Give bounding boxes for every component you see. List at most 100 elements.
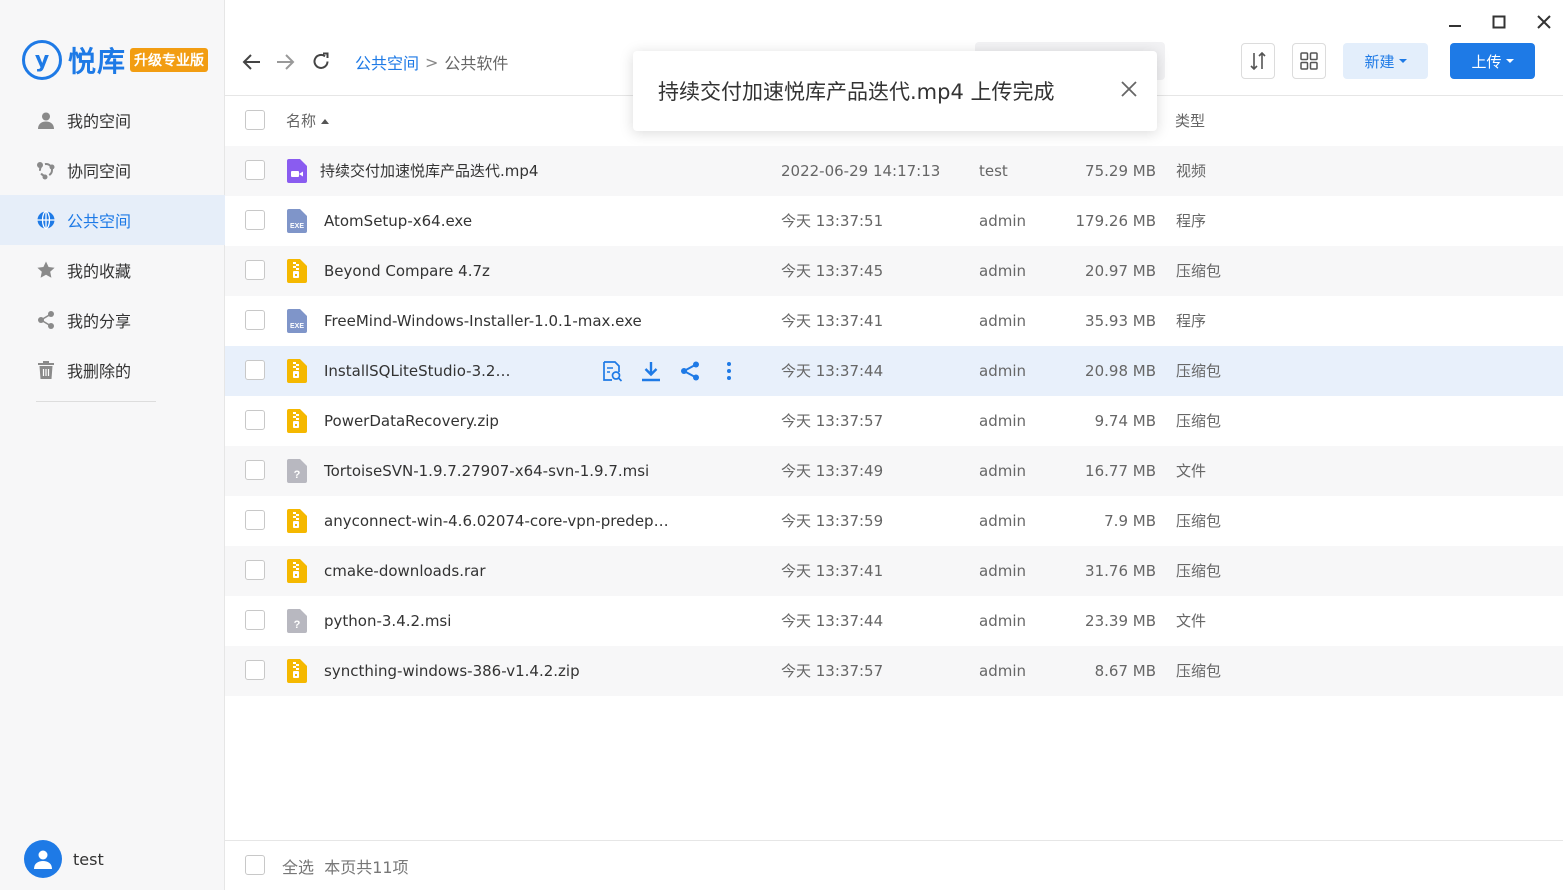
user-profile[interactable]: test bbox=[24, 840, 104, 878]
app-logo[interactable]: y 悦库 升级专业版 bbox=[22, 40, 209, 80]
file-name[interactable]: Beyond Compare 4.7z bbox=[324, 246, 490, 296]
file-name[interactable]: syncthing-windows-386-v1.4.2.zip bbox=[324, 646, 580, 696]
file-owner: test bbox=[979, 162, 1008, 180]
sidebar: y 悦库 升级专业版 我的空间 协同空间 公共空间 我的收藏 我的分享 我删除的… bbox=[0, 0, 225, 890]
zip-file-icon bbox=[287, 359, 307, 383]
table-row[interactable]: InstallSQLiteStudio-3.2… 今天 13:37:44 admin… bbox=[225, 346, 1563, 396]
table-row[interactable]: EXE FreeMind-Windows-Installer-1.0.1-max.… bbox=[225, 296, 1563, 346]
row-checkbox[interactable] bbox=[245, 510, 265, 530]
table-row[interactable]: EXE AtomSetup-x64.exe 今天 13:37:51 admin 179.… bbox=[225, 196, 1563, 246]
breadcrumb-separator: > bbox=[425, 52, 439, 72]
file-name[interactable]: FreeMind-Windows-Installer-1.0.1-max.exe bbox=[324, 296, 642, 346]
file-type: 压缩包 bbox=[1176, 662, 1222, 680]
file-name[interactable]: TortoiseSVN-1.9.7.27907-x64-svn-1.9.7.ms… bbox=[324, 446, 649, 496]
sidebar-item-label: 公共空间 bbox=[67, 212, 132, 231]
row-checkbox[interactable] bbox=[245, 410, 265, 430]
logo-text: 悦库 bbox=[68, 45, 127, 78]
row-checkbox[interactable] bbox=[245, 560, 265, 580]
sidebar-item-label: 我的分享 bbox=[67, 312, 132, 331]
upload-button[interactable]: 上传 bbox=[1450, 43, 1535, 79]
preview-icon bbox=[603, 361, 623, 382]
select-all-header-checkbox[interactable] bbox=[245, 110, 265, 130]
column-header-name[interactable]: 名称 bbox=[286, 96, 330, 146]
maximize-icon bbox=[1492, 15, 1506, 29]
refresh-button[interactable] bbox=[309, 50, 333, 74]
file-type: 压缩包 bbox=[1176, 262, 1222, 280]
grid-view-button[interactable] bbox=[1292, 43, 1326, 79]
file-type: 压缩包 bbox=[1176, 512, 1222, 530]
table-row[interactable]: ? python-3.4.2.msi 今天 13:37:44 admin 23.39 M… bbox=[225, 596, 1563, 646]
file-size: 20.98 MB bbox=[1085, 362, 1156, 380]
grid-icon bbox=[1300, 52, 1318, 70]
column-header-type[interactable]: 类型 bbox=[1175, 96, 1205, 146]
breadcrumb-current: 公共软件 bbox=[444, 54, 509, 73]
row-checkbox[interactable] bbox=[245, 660, 265, 680]
file-type: 程序 bbox=[1176, 312, 1207, 330]
file-type: 程序 bbox=[1176, 212, 1207, 230]
table-row[interactable]: cmake-downloads.rar 今天 13:37:41 admin 31.76… bbox=[225, 546, 1563, 596]
forward-button[interactable] bbox=[273, 50, 297, 74]
close-window-button[interactable] bbox=[1532, 10, 1556, 34]
exe-file-icon: EXE bbox=[287, 309, 307, 333]
maximize-button[interactable] bbox=[1487, 10, 1511, 34]
chevron-down-icon bbox=[1398, 59, 1407, 63]
file-name[interactable]: 持续交付加速悦库产品迭代.mp4 bbox=[320, 146, 538, 196]
table-row[interactable]: Beyond Compare 4.7z 今天 13:37:45 admin 20.97… bbox=[225, 246, 1563, 296]
share-button[interactable] bbox=[678, 359, 702, 383]
sort-button[interactable] bbox=[1241, 43, 1275, 79]
sidebar-item-favorites[interactable]: 我的收藏 bbox=[0, 245, 225, 295]
zip-file-icon bbox=[287, 559, 307, 583]
sidebar-item-label: 我删除的 bbox=[67, 362, 132, 381]
table-row[interactable]: anyconnect-win-4.6.02074-core-vpn-predep… bbox=[225, 496, 1563, 546]
select-all-label[interactable]: 全选 bbox=[282, 858, 314, 877]
row-checkbox[interactable] bbox=[245, 260, 265, 280]
sidebar-item-deleted[interactable]: 我删除的 bbox=[0, 345, 225, 395]
column-header-name-label: 名称 bbox=[286, 112, 317, 130]
file-name[interactable]: python-3.4.2.msi bbox=[324, 596, 451, 646]
sidebar-item-collab-space[interactable]: 协同空间 bbox=[0, 145, 225, 195]
close-icon bbox=[1121, 81, 1137, 97]
minimize-button[interactable] bbox=[1443, 10, 1467, 34]
row-checkbox[interactable] bbox=[245, 160, 265, 180]
table-row[interactable]: ? TortoiseSVN-1.9.7.27907-x64-svn-1.9.7.m… bbox=[225, 446, 1563, 496]
new-button[interactable]: 新建 bbox=[1343, 43, 1428, 79]
row-checkbox[interactable] bbox=[245, 210, 265, 230]
file-owner: admin bbox=[979, 662, 1026, 680]
table-row[interactable]: PowerDataRecovery.zip 今天 13:37:57 admin 9.7… bbox=[225, 396, 1563, 446]
back-button[interactable] bbox=[240, 50, 264, 74]
file-name[interactable]: PowerDataRecovery.zip bbox=[324, 396, 499, 446]
select-all-checkbox[interactable] bbox=[245, 855, 265, 875]
share-icon bbox=[681, 361, 699, 381]
file-date: 今天 13:37:49 bbox=[781, 462, 884, 480]
table-row[interactable]: syncthing-windows-386-v1.4.2.zip 今天 13:37… bbox=[225, 646, 1563, 696]
row-checkbox[interactable] bbox=[245, 610, 265, 630]
sidebar-item-public-space[interactable]: 公共空间 bbox=[0, 195, 225, 245]
sidebar-item-my-shares[interactable]: 我的分享 bbox=[0, 295, 225, 345]
preview-button[interactable] bbox=[600, 359, 624, 383]
file-name[interactable]: InstallSQLiteStudio-3.2… bbox=[324, 346, 510, 396]
file-name[interactable]: anyconnect-win-4.6.02074-core-vpn-predep… bbox=[324, 496, 669, 546]
sidebar-item-my-space[interactable]: 我的空间 bbox=[0, 95, 225, 145]
sort-asc-icon bbox=[321, 119, 330, 124]
file-date: 今天 13:37:57 bbox=[781, 412, 884, 430]
toast-close-button[interactable] bbox=[1117, 77, 1141, 101]
row-checkbox[interactable] bbox=[245, 460, 265, 480]
breadcrumb-root[interactable]: 公共空间 bbox=[355, 50, 419, 74]
share-icon bbox=[36, 310, 56, 330]
row-checkbox[interactable] bbox=[245, 360, 265, 380]
row-checkbox[interactable] bbox=[245, 310, 265, 330]
file-type: 视频 bbox=[1176, 162, 1207, 180]
file-date: 今天 13:37:57 bbox=[781, 662, 884, 680]
table-row[interactable]: 持续交付加速悦库产品迭代.mp4 2022-06-29 14:17:13 test 7… bbox=[225, 146, 1563, 196]
file-name[interactable]: AtomSetup-x64.exe bbox=[324, 196, 472, 246]
more-button[interactable] bbox=[717, 359, 741, 383]
file-date: 今天 13:37:45 bbox=[781, 262, 884, 280]
upgrade-badge[interactable]: 升级专业版 bbox=[130, 48, 209, 72]
avatar[interactable] bbox=[24, 840, 62, 878]
file-size: 31.76 MB bbox=[1085, 562, 1156, 580]
file-name[interactable]: cmake-downloads.rar bbox=[324, 546, 485, 596]
svg-text:EXE: EXE bbox=[290, 323, 304, 330]
download-button[interactable] bbox=[639, 359, 663, 383]
breadcrumb: 公共空间 > 公共软件 bbox=[355, 50, 508, 74]
arrow-right-icon bbox=[277, 54, 295, 70]
